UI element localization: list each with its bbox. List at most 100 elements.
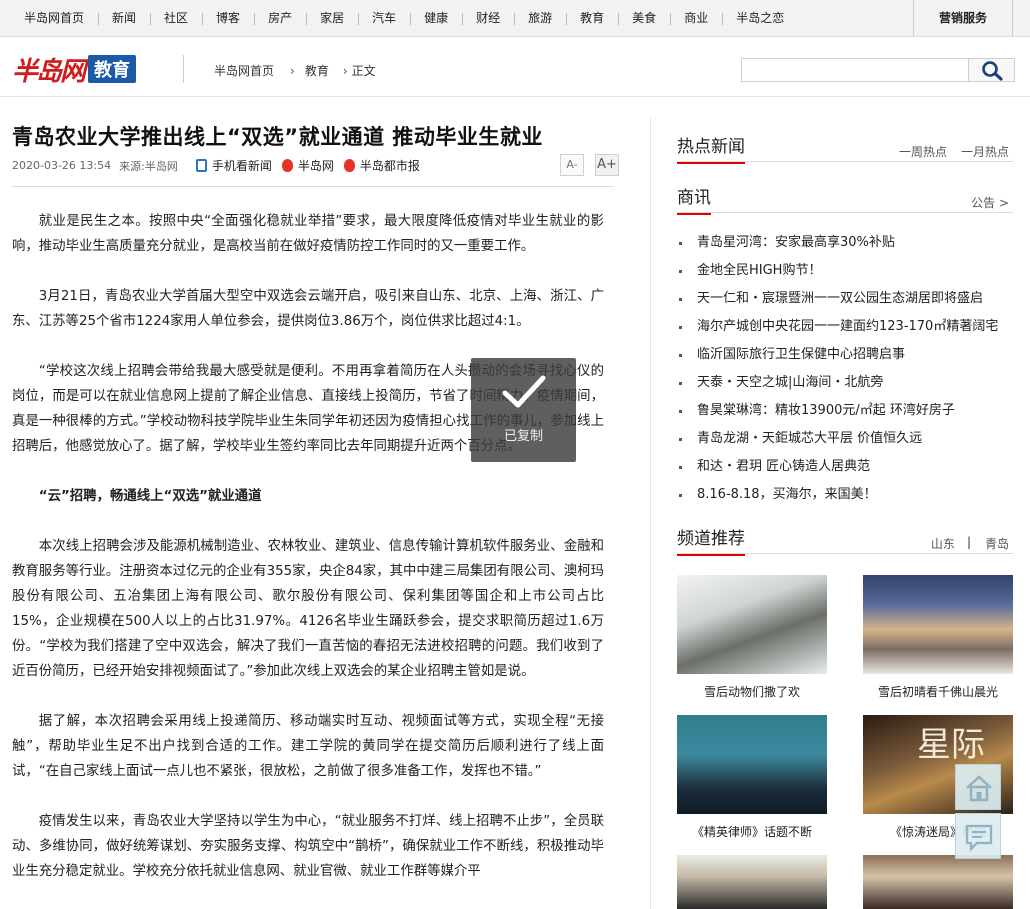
logo-channel: 教育 — [88, 55, 137, 83]
meta-divider — [12, 186, 614, 187]
article-paragraph: 就业是民生之本。按照中央“全面强化稳就业举措”要求，最大限度降低疫情对毕业生就业… — [12, 214, 604, 254]
top-nav-item[interactable]: 社区 — [150, 0, 202, 37]
article-meta: 2020-03-26 13:54 来源:半岛网 手机看新闻 半岛网 半岛都市报 — [12, 157, 420, 174]
top-nav-item[interactable]: 财经 — [462, 0, 514, 37]
top-nav-item[interactable]: 教育 — [566, 0, 618, 37]
home-icon — [966, 775, 992, 802]
tab-qingdao[interactable]: 青岛 — [985, 535, 1009, 552]
mobile-news-link[interactable]: 手机看新闻 — [195, 157, 272, 174]
article-paragraph: 3月21日，青岛农业大学首届大型空中双选会云端开启，吸引来自山东、北京、上海、浙… — [12, 289, 604, 329]
site-logo[interactable]: 半岛网 教育 — [12, 54, 137, 87]
article-source: 来源:半岛网 — [119, 159, 178, 173]
checkmark-icon — [502, 375, 546, 408]
top-nav-item[interactable]: 博客 — [202, 0, 254, 37]
tab-shandong[interactable]: 山东 — [931, 535, 955, 552]
home-float-button[interactable] — [955, 764, 1001, 810]
marketing-services-link[interactable]: 营销服务 — [913, 0, 1013, 37]
top-nav-item[interactable]: 房产 — [254, 0, 306, 37]
search-icon — [982, 61, 1003, 81]
metro-weibo-link[interactable]: 半岛都市报 — [343, 157, 420, 174]
business-news-list: 青岛星河湾：安家最高享30%补贴 金地全民HIGH购节！ 天一仁和・宸璟暨洲一一双公… — [677, 229, 1013, 509]
announcement-link[interactable]: 公告 > — [971, 194, 1009, 211]
business-news-item[interactable]: 8.16-8.18，买海尔，来国美！ — [677, 481, 1013, 509]
font-smaller-button[interactable]: A- — [560, 154, 584, 176]
mobile-news-label: 手机看新闻 — [211, 159, 272, 173]
article-paragraph: 据了解，本次招聘会采用线上投递简历、移动端实时互动、视频面试等方式，实现全程“无… — [12, 714, 604, 779]
recommend-card[interactable]: 雪后动物们撒了欢 — [677, 575, 827, 700]
movie-poster-text: 星际 — [917, 725, 985, 765]
breadcrumb-current: 正文 — [351, 64, 376, 78]
copied-toast: 已复制 — [471, 358, 576, 462]
font-size-controls: A- A+ — [549, 154, 619, 176]
publish-date: 2020-03-26 13:54 — [12, 159, 112, 172]
top-nav-item[interactable]: 旅游 — [514, 0, 566, 37]
top-nav-item[interactable]: 半岛网首页 — [10, 0, 98, 37]
chevron-right-icon: › — [290, 63, 295, 78]
business-news-item[interactable]: 和达・君玥 匠心铸造人居典范 — [677, 453, 1013, 481]
top-nav-item[interactable]: 美食 — [618, 0, 670, 37]
top-nav-item[interactable]: 汽车 — [358, 0, 410, 37]
bandao-weibo-label: 半岛网 — [297, 159, 334, 173]
recommend-card[interactable]: 雪后初晴看千佛山晨光 — [863, 575, 1013, 700]
recommend-card[interactable] — [677, 855, 827, 909]
business-news-item[interactable]: 青岛龙湖・天鉅城芯大平层 价值恒久远 — [677, 425, 1013, 453]
recommend-caption: 雪后动物们撒了欢 — [703, 685, 800, 699]
article-title: 青岛农业大学推出线上“双选”就业通道 推动毕业生就业 — [12, 125, 543, 149]
tiger-snow-image — [677, 575, 827, 674]
hot-news-title: 热点新闻 — [677, 134, 745, 164]
feedback-float-button[interactable] — [955, 813, 1001, 859]
recommend-caption: 雪后初晴看千佛山晨光 — [877, 685, 998, 699]
metro-weibo-label: 半岛都市报 — [359, 159, 420, 173]
top-nav-item[interactable]: 健康 — [410, 0, 462, 37]
copied-toast-text: 已复制 — [503, 429, 543, 444]
breadcrumb-home[interactable]: 半岛网首页 — [214, 62, 274, 79]
article-paragraph: 疫情发生以来，青岛农业大学坚持以学生为中心，“就业服务不打烊、线上招聘不止步”，… — [12, 814, 604, 879]
business-news-item[interactable]: 鲁昊棠琳湾：精妆13900元/㎡起 环湾好房子 — [677, 397, 1013, 425]
article-paragraph: 本次线上招聘会涉及能源机械制造业、农林牧业、建筑业、信息传输计算机软件服务业、金… — [12, 539, 604, 679]
top-nav-item[interactable]: 家居 — [306, 0, 358, 37]
bandao-weibo-link[interactable]: 半岛网 — [281, 157, 334, 174]
breadcrumb-education[interactable]: 教育 — [305, 62, 329, 79]
hot-news-header: 热点新闻 一周热点 一月热点 — [677, 134, 1013, 164]
channel-recommend-title: 频道推荐 — [677, 526, 745, 556]
top-nav-item[interactable]: 半岛之恋 — [722, 0, 798, 37]
recommend-image — [677, 855, 827, 909]
header-divider — [183, 55, 184, 83]
logo-brand: 半岛网 — [12, 56, 86, 87]
comment-icon — [965, 824, 993, 852]
tab-separator: | — [966, 535, 971, 549]
article-body: 就业是民生之本。按照中央“全面强化稳就业举措”要求，最大限度降低疫情对毕业生就业… — [12, 209, 604, 909]
business-news-item[interactable]: 青岛星河湾：安家最高享30%补贴 — [677, 229, 1013, 257]
site-header: 半岛网 教育 半岛网首页 › 教育 › 正文 — [0, 37, 1030, 97]
phone-icon — [195, 159, 207, 172]
top-navigation: 半岛网首页 新闻 社区 博客 房产 家居 汽车 健康 财经 旅游 教育 美食 商业 半岛之恋 营销服务 — [0, 0, 1030, 37]
column-divider — [650, 118, 651, 909]
business-news-title: 商讯 — [677, 185, 711, 215]
chevron-right-icon: › — [342, 63, 348, 78]
top-nav-item[interactable]: 新闻 — [98, 0, 150, 37]
tab-week-hot[interactable]: 一周热点 — [899, 143, 947, 160]
weibo-icon — [281, 159, 293, 172]
article-subheading: “云”招聘，畅通线上“双选”就业通道 — [38, 489, 262, 504]
top-nav-item[interactable]: 商业 — [670, 0, 722, 37]
tab-month-hot[interactable]: 一月热点 — [961, 143, 1009, 160]
business-news-item[interactable]: 临沂国际旅行卫生保健中心招聘启事 — [677, 341, 1013, 369]
recommend-card[interactable]: 《精英律师》话题不断 — [677, 715, 827, 840]
search-input[interactable] — [741, 58, 969, 82]
mountain-dawn-image — [863, 575, 1013, 674]
font-larger-button[interactable]: A+ — [595, 154, 619, 176]
search-button[interactable] — [969, 58, 1015, 82]
top-nav-items: 半岛网首页 新闻 社区 博客 房产 家居 汽车 健康 财经 旅游 教育 美食 商业 半岛之恋 — [10, 0, 798, 37]
business-news-item[interactable]: 海尔产城创中央花园一一建面约123-170㎡精著阔宅 — [677, 313, 1013, 341]
weibo-icon — [343, 159, 355, 172]
business-news-item[interactable]: 天泰・天空之城|山海间・北航旁 — [677, 369, 1013, 397]
business-news-header: 商讯 公告 > — [677, 185, 1013, 215]
business-news-item[interactable]: 天一仁和・宸璟暨洲一一双公园生态湖居即将盛启 — [677, 285, 1013, 313]
channel-recommend-header: 频道推荐 山东 | 青岛 — [677, 526, 1013, 556]
recommend-image — [863, 855, 1013, 909]
recommend-caption: 《精英律师》话题不断 — [691, 825, 812, 839]
business-news-item[interactable]: 金地全民HIGH购节！ — [677, 257, 1013, 285]
breadcrumb: 半岛网首页 › 教育 › 正文 — [214, 62, 376, 79]
tv-drama-image — [677, 715, 827, 814]
recommend-card[interactable] — [863, 855, 1013, 909]
